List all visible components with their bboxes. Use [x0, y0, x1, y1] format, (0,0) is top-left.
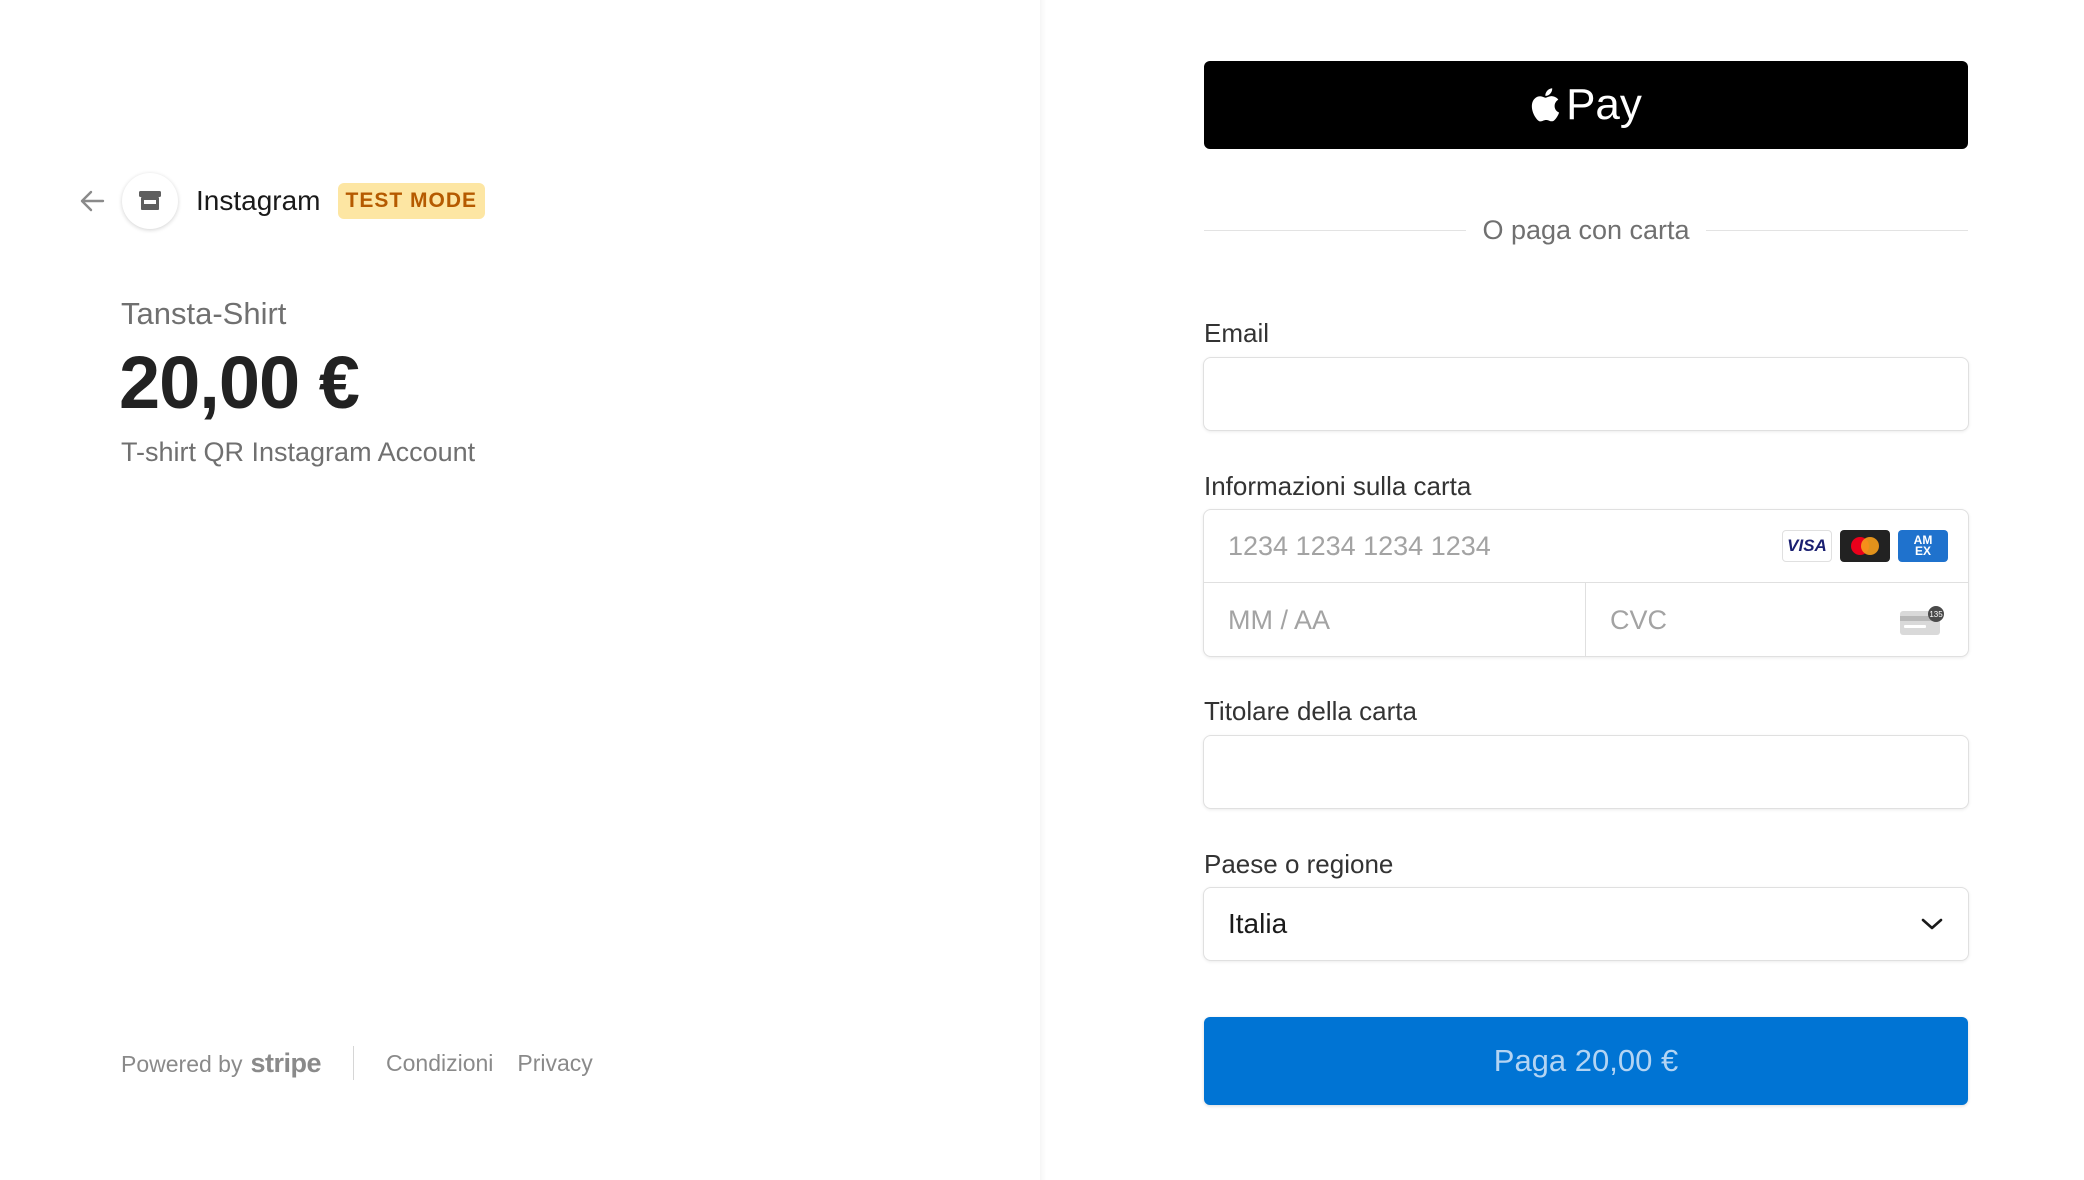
card-cvc-icon: 135 — [1900, 606, 1944, 635]
pay-button[interactable]: Paga 20,00 € — [1204, 1017, 1968, 1105]
visa-icon: VISA — [1782, 530, 1832, 562]
card-brand-logos: VISA AM EX — [1782, 530, 1948, 562]
privacy-link[interactable]: Privacy — [517, 1050, 592, 1077]
apple-logo-icon — [1531, 88, 1560, 122]
powered-by-label: Powered by — [121, 1050, 243, 1077]
card-number-row: VISA AMEX — [1204, 510, 1968, 583]
country-value: Italia — [1228, 908, 1288, 939]
card-info-label: Informazioni sulla carta — [1204, 471, 1472, 501]
or-divider: O paga con carta — [1204, 212, 1969, 248]
merchant-name: Instagram — [196, 185, 321, 216]
merchant-header: Instagram TEST MODE — [78, 173, 486, 229]
divider-line-left — [1204, 229, 1467, 231]
amex-icon: AM EX — [1898, 530, 1948, 562]
powered-by-stripe[interactable]: Powered by stripe — [121, 1048, 321, 1079]
apple-pay-button[interactable]: Pay — [1204, 61, 1968, 149]
product-name: Tansta-Shirt — [121, 296, 287, 331]
email-field[interactable] — [1203, 357, 1969, 431]
country-label: Paese o regione — [1204, 849, 1394, 879]
cvc-badge-text: 135 — [1929, 610, 1943, 619]
card-info-group: VISA AMEX 135 — [1203, 509, 1969, 657]
cardholder-label: Titolare della carta — [1204, 696, 1417, 726]
stripe-logo: stripe — [250, 1047, 321, 1078]
country-select[interactable]: Italia — [1203, 887, 1969, 961]
test-mode-badge: TEST MODE — [337, 183, 486, 219]
email-label: Email — [1204, 318, 1270, 348]
checkout-page: Instagram TEST MODE Tansta-Shirt 20,00 €… — [0, 0, 2084, 1180]
expiry-cvc-row: 135 — [1204, 583, 1968, 656]
chevron-down-icon — [1921, 918, 1943, 930]
back-arrow-icon[interactable] — [78, 187, 106, 215]
cardholder-field[interactable] — [1203, 735, 1969, 809]
expiry-input[interactable] — [1204, 583, 1585, 656]
product-price: 20,00 € — [119, 341, 360, 424]
footer-divider — [353, 1046, 354, 1080]
panel-divider-shadow — [1040, 0, 1046, 1180]
cvc-input[interactable] — [1586, 583, 1886, 656]
card-number-input[interactable] — [1204, 510, 1764, 582]
apple-pay-label: Pay — [1566, 80, 1642, 129]
store-icon — [122, 173, 178, 229]
order-summary-panel: Instagram TEST MODE Tansta-Shirt 20,00 €… — [0, 0, 1040, 1180]
terms-link[interactable]: Condizioni — [386, 1050, 493, 1077]
footer: Powered by stripe Condizioni Privacy — [121, 1046, 617, 1080]
divider-line-right — [1705, 229, 1969, 231]
or-pay-with-card-text: O paga con carta — [1482, 214, 1690, 245]
product-description: T-shirt QR Instagram Account — [121, 437, 476, 467]
mastercard-icon — [1840, 530, 1890, 562]
